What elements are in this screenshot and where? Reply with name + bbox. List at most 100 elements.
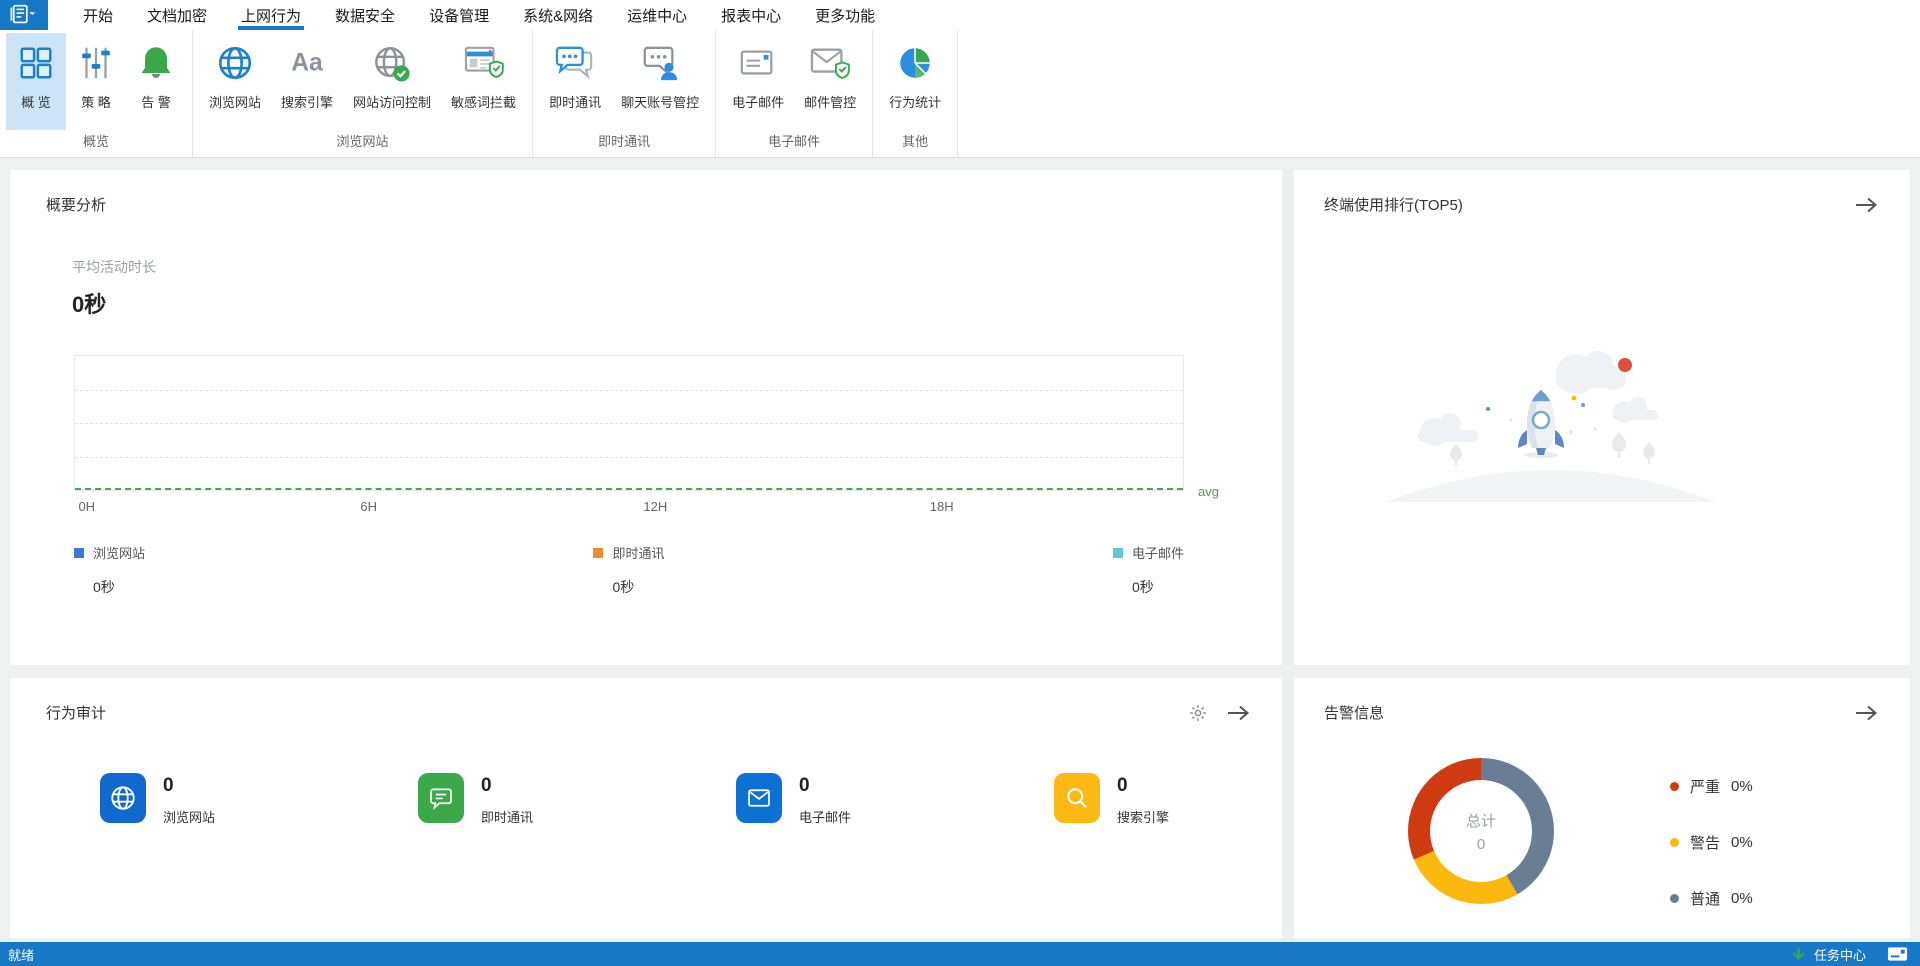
ribbon-item-label: 即时通讯 — [549, 92, 601, 111]
main-content: 概要分析 平均活动时长 0秒 avg 0H 6H 12H 18H 浏览网站 — [0, 158, 1920, 942]
legend-marker — [74, 548, 84, 558]
menu-tab-report-center[interactable]: 报表中心 — [704, 0, 798, 30]
alert-legend-item-critical[interactable]: 严重 0% — [1670, 776, 1753, 797]
svg-text:Aa: Aa — [291, 50, 323, 77]
legend-label: 浏览网站 — [93, 543, 145, 562]
ribbon-item-sensitive-word-block[interactable]: 敏感词拦截 — [441, 33, 526, 130]
stat-email[interactable]: 0 电子邮件 — [646, 773, 964, 826]
behavior-stats-icon — [896, 42, 934, 84]
legend-label: 电子邮件 — [1132, 543, 1184, 562]
ribbon-group-label: 电子邮件 — [722, 130, 866, 157]
globe-check-icon — [372, 42, 412, 84]
ribbon-item-search-engine[interactable]: Aa 搜索引擎 — [271, 33, 343, 130]
red-dot — [1618, 358, 1632, 372]
menu-tab-doc-encrypt[interactable]: 文档加密 — [130, 0, 224, 30]
legend-marker — [1113, 548, 1123, 558]
audit-more-arrow-icon[interactable] — [1226, 704, 1250, 722]
browser-shield-icon — [463, 42, 505, 84]
message-panel-icon[interactable] — [1887, 946, 1908, 962]
ribbon-group-label: 浏览网站 — [199, 130, 526, 157]
ribbon-item-policy[interactable]: 策 略 — [66, 33, 126, 130]
ribbon-item-label: 概 览 — [21, 92, 51, 111]
menu-tab-system-network[interactable]: 系统&网络 — [506, 0, 610, 30]
download-arrow-icon[interactable] — [1790, 946, 1807, 963]
app-logo-icon — [10, 4, 38, 26]
avg-activity-duration-value: 0秒 — [72, 287, 1282, 319]
search-engine-aa-icon: Aa — [286, 42, 328, 84]
globe-tile-icon — [100, 773, 146, 823]
overview-grid-icon — [17, 42, 55, 84]
menu-tab-more[interactable]: 更多功能 — [798, 0, 892, 30]
avg-line-label: avg — [1198, 484, 1219, 499]
alert-more-arrow-icon[interactable] — [1854, 704, 1878, 722]
ribbon-item-label: 电子邮件 — [732, 92, 784, 111]
summary-card-title: 概要分析 — [46, 194, 106, 215]
empty-state-illustration — [1386, 332, 1716, 507]
ribbon-item-alert[interactable]: 告 警 — [126, 33, 186, 130]
alert-bell-icon — [137, 42, 175, 84]
top5-card-title: 终端使用排行(TOP5) — [1324, 194, 1463, 215]
legend-marker — [593, 548, 603, 558]
status-bar: 就绪 任务中心 — [0, 942, 1920, 966]
chat-tile-icon — [418, 773, 464, 823]
ribbon-item-overview[interactable]: 概 览 — [6, 33, 66, 130]
audit-settings-gear-icon[interactable] — [1188, 703, 1208, 723]
legend-item-email[interactable]: 电子邮件 0秒 — [1113, 543, 1184, 597]
menu-tab-internet-behavior[interactable]: 上网行为 — [224, 0, 318, 30]
donut-center-value: 0 — [1477, 836, 1485, 853]
ribbon-item-label: 敏感词拦截 — [451, 92, 516, 111]
legend-dot — [1670, 894, 1679, 903]
ribbon-item-im[interactable]: 即时通讯 — [539, 33, 611, 130]
ribbon-group-browse-web: 浏览网站 Aa 搜索引擎 网站访问控制 — [193, 30, 533, 157]
ribbon-group-overview: 概 览 策 略 告 警 概览 — [0, 30, 193, 157]
alert-legend-item-warning[interactable]: 警告 0% — [1670, 832, 1753, 853]
menu-tab-device-mgmt[interactable]: 设备管理 — [412, 0, 506, 30]
x-tick: 0H — [78, 499, 95, 514]
ribbon-item-web-access-control[interactable]: 网站访问控制 — [343, 33, 441, 130]
stat-search-engine[interactable]: 0 搜索引擎 — [964, 773, 1282, 826]
rocket — [1518, 390, 1564, 458]
legend-dot — [1670, 838, 1679, 847]
menu-tabs: 开始 文档加密 上网行为 数据安全 设备管理 系统&网络 运维中心 报表中心 更… — [66, 0, 892, 30]
alert-legend: 严重 0% 警告 0% 普通 0% — [1670, 776, 1753, 909]
ribbon-toolbar: 概 览 策 略 告 警 概览 — [0, 30, 1920, 158]
task-center-button[interactable]: 任务中心 — [1814, 945, 1866, 964]
ribbon-item-label: 浏览网站 — [209, 92, 261, 111]
top-menu-bar: 开始 文档加密 上网行为 数据安全 设备管理 系统&网络 运维中心 报表中心 更… — [0, 0, 1920, 30]
ribbon-item-label: 告 警 — [141, 92, 171, 111]
ribbon-item-mail-control[interactable]: 邮件管控 — [794, 33, 866, 130]
ribbon-item-label: 聊天账号管控 — [621, 92, 699, 111]
ribbon-item-label: 邮件管控 — [804, 92, 856, 111]
stat-im[interactable]: 0 即时通讯 — [328, 773, 646, 826]
legend-dot — [1670, 782, 1679, 791]
ribbon-item-label: 行为统计 — [889, 92, 941, 111]
legend-item-im[interactable]: 即时通讯 0秒 — [593, 543, 664, 597]
stat-value: 0 — [799, 775, 851, 797]
menu-tab-data-security[interactable]: 数据安全 — [318, 0, 412, 30]
activity-line-chart: avg — [74, 355, 1184, 491]
legend-label: 警告 — [1690, 832, 1720, 853]
ribbon-group-email: 电子邮件 邮件管控 电子邮件 — [716, 30, 873, 157]
search-tile-icon — [1054, 773, 1100, 823]
chart-x-axis: 0H 6H 12H 18H — [74, 497, 1184, 517]
legend-label: 严重 — [1690, 776, 1720, 797]
chart-gridline — [75, 423, 1183, 424]
ribbon-item-email[interactable]: 电子邮件 — [722, 33, 794, 130]
ribbon-item-label: 网站访问控制 — [353, 92, 431, 111]
top5-more-arrow-icon[interactable] — [1854, 196, 1878, 214]
menu-tab-start[interactable]: 开始 — [66, 0, 130, 30]
x-tick: 18H — [930, 499, 954, 514]
ribbon-item-chat-account-control[interactable]: 聊天账号管控 — [611, 33, 709, 130]
globe-icon — [216, 42, 254, 84]
alert-legend-item-normal[interactable]: 普通 0% — [1670, 888, 1753, 909]
summary-analysis-card: 概要分析 平均活动时长 0秒 avg 0H 6H 12H 18H 浏览网站 — [10, 170, 1282, 665]
ribbon-item-label: 搜索引擎 — [281, 92, 333, 111]
legend-item-browse-web[interactable]: 浏览网站 0秒 — [74, 543, 145, 597]
app-menu-button[interactable] — [0, 0, 48, 30]
legend-value: 0% — [1731, 890, 1753, 907]
menu-tab-ops-center[interactable]: 运维中心 — [610, 0, 704, 30]
ribbon-item-behavior-stats[interactable]: 行为统计 — [879, 33, 951, 130]
ribbon-item-browse-web[interactable]: 浏览网站 — [199, 33, 271, 130]
chat-user-icon — [639, 42, 681, 84]
stat-browse-web[interactable]: 0 浏览网站 — [10, 773, 328, 826]
